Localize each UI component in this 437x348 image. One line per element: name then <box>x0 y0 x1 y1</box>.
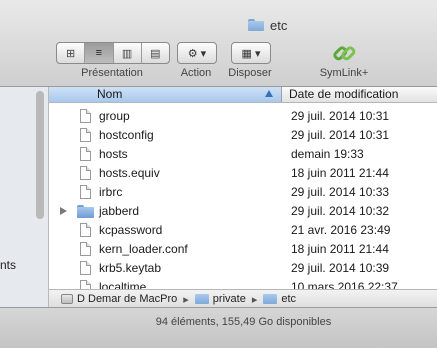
chevron-down-icon: ▾ <box>200 47 207 60</box>
path-bar: D Demar de MacPro ▸ private ▸ etc <box>49 289 437 308</box>
list-item[interactable]: kcpassword 21 avr. 2016 23:49 <box>49 221 437 240</box>
folder-icon <box>194 294 209 304</box>
document-icon <box>80 261 91 275</box>
list-item[interactable]: hostconfig 29 juil. 2014 10:31 <box>49 126 437 145</box>
folder-icon <box>263 294 278 304</box>
status-bar: 94 éléments, 155,49 Go disponibles <box>0 307 437 348</box>
file-name: group <box>99 109 130 123</box>
file-name: kern_loader.conf <box>99 242 188 256</box>
list-item[interactable]: group 29 juil. 2014 10:31 <box>49 107 437 126</box>
file-name: hosts.equiv <box>99 166 160 180</box>
document-icon <box>80 280 91 289</box>
path-separator-icon: ▸ <box>251 293 258 306</box>
presentation-label: Présentation <box>81 67 143 79</box>
file-name: jabberd <box>99 204 140 218</box>
file-date: 29 juil. 2014 10:31 <box>291 109 390 123</box>
sort-ascending-icon <box>265 90 273 97</box>
file-list: Nom Date de modification group 29 juil. … <box>49 87 437 289</box>
path-segment-volume[interactable]: D Demar de MacPro <box>77 293 177 305</box>
file-date: 29 juil. 2014 10:31 <box>291 128 390 142</box>
file-name: hosts <box>99 147 128 161</box>
path-segment-private[interactable]: private <box>213 293 246 305</box>
sidebar-item-label[interactable]: nts <box>0 258 16 272</box>
list-item[interactable]: localtime 10 mars 2016 22:37 <box>49 278 437 289</box>
symlink-icon[interactable] <box>331 40 357 66</box>
list-view-button[interactable]: ≡ <box>85 43 114 63</box>
folder-icon <box>248 19 264 31</box>
document-icon <box>80 242 91 256</box>
file-name: irbrc <box>99 185 123 199</box>
file-date: 18 juin 2011 21:44 <box>291 242 389 256</box>
document-icon <box>80 185 91 199</box>
document-icon <box>80 166 91 180</box>
view-mode-switcher: ⊞ ≡ ▥ ▤ <box>56 42 170 64</box>
action-label: Action <box>180 67 212 79</box>
action-button[interactable]: ⚙ ▾ <box>177 42 217 64</box>
symlink-label: SymLink+ <box>319 67 369 79</box>
sidebar: nts <box>0 87 49 313</box>
chevron-down-icon: ▾ <box>254 47 261 60</box>
file-name: kcpassword <box>99 223 163 237</box>
path-segment-etc[interactable]: etc <box>281 293 296 305</box>
list-header: Nom Date de modification <box>49 87 437 103</box>
list-item[interactable]: irbrc 29 juil. 2014 10:33 <box>49 183 437 202</box>
document-icon <box>80 128 91 142</box>
file-date: 29 juil. 2014 10:33 <box>291 185 390 199</box>
list-item[interactable]: hosts.equiv 18 juin 2011 21:44 <box>49 164 437 183</box>
window-title: etc <box>248 15 287 35</box>
document-icon <box>80 109 91 123</box>
list-item[interactable]: kern_loader.conf 18 juin 2011 21:44 <box>49 240 437 259</box>
file-date: 29 juil. 2014 10:32 <box>291 204 390 218</box>
column-header-date[interactable]: Date de modification <box>289 87 398 101</box>
grid-icon: ▦ <box>241 47 252 60</box>
file-name: krb5.keytab <box>99 261 162 275</box>
column-header-name-label: Nom <box>97 87 123 101</box>
file-date: demain 19:33 <box>291 147 364 161</box>
arrange-label: Disposer <box>228 67 272 79</box>
column-view-button[interactable]: ▥ <box>114 43 142 63</box>
file-name: hostconfig <box>99 128 154 142</box>
file-date: 18 juin 2011 21:44 <box>291 166 389 180</box>
arrange-button[interactable]: ▦ ▾ <box>231 42 271 64</box>
gear-icon: ⚙ <box>187 47 198 60</box>
finder-window: etc ⊞ ≡ ▥ ▤ Présentation ⚙ ▾ Action ▦ ▾ … <box>0 0 437 348</box>
list-item[interactable]: jabberd 29 juil. 2014 10:32 <box>49 202 437 221</box>
file-date: 21 avr. 2016 23:49 <box>291 223 391 237</box>
column-header-name[interactable]: Nom <box>49 87 282 102</box>
status-text: 94 éléments, 155,49 Go disponibles <box>155 316 332 328</box>
toolbar: etc ⊞ ≡ ▥ ▤ Présentation ⚙ ▾ Action ▦ ▾ … <box>0 0 437 87</box>
folder-icon <box>77 205 94 218</box>
list-item[interactable]: hosts demain 19:33 <box>49 145 437 164</box>
list-item[interactable]: krb5.keytab 29 juil. 2014 10:39 <box>49 259 437 278</box>
file-date: 29 juil. 2014 10:39 <box>291 261 390 275</box>
window-title-text: etc <box>270 17 288 33</box>
disclosure-triangle-icon[interactable] <box>60 207 67 215</box>
document-icon <box>80 223 91 237</box>
hard-drive-icon <box>61 294 73 304</box>
document-icon <box>80 147 91 161</box>
sidebar-scrollbar[interactable] <box>36 91 44 219</box>
coverflow-view-button[interactable]: ▤ <box>142 43 169 63</box>
path-separator-icon: ▸ <box>183 293 189 306</box>
icon-view-button[interactable]: ⊞ <box>57 43 86 63</box>
file-name: localtime <box>99 280 147 289</box>
file-date: 10 mars 2016 22:37 <box>291 280 398 289</box>
